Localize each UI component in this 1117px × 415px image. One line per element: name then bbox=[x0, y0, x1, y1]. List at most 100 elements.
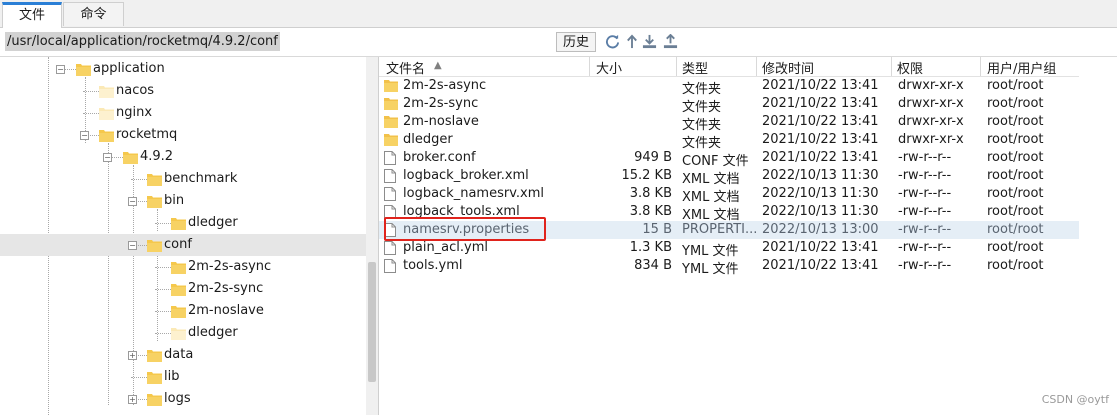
expand-icon[interactable]: + bbox=[128, 351, 137, 360]
tree-scrollbar-thumb[interactable] bbox=[368, 262, 376, 382]
folder-icon bbox=[99, 84, 114, 98]
file-row[interactable]: dledger 文件夹 2021/10/22 13:41 drwxr-xr-x root… bbox=[379, 131, 1079, 151]
folder-icon bbox=[147, 194, 162, 208]
folder-icon bbox=[147, 392, 162, 406]
tree-item[interactable]: − rocketmq bbox=[0, 124, 366, 146]
file-icon bbox=[384, 241, 397, 255]
file-name: 2m-2s-async bbox=[403, 78, 487, 93]
tree-item[interactable]: dledger bbox=[0, 212, 366, 234]
tree-scrollbar[interactable] bbox=[366, 57, 378, 415]
folder-icon bbox=[147, 238, 162, 252]
file-owner: root/root bbox=[987, 132, 1044, 147]
tree-item-label: 2m-noslave bbox=[188, 303, 264, 318]
watermark: CSDN @oytf bbox=[1041, 393, 1109, 406]
file-row[interactable]: tools.yml 834 B YML 文件 2021/10/22 13:41 -rw-… bbox=[379, 257, 1079, 277]
file-row[interactable]: 2m-noslave 文件夹 2021/10/22 13:41 drwxr-xr-x r… bbox=[379, 113, 1079, 133]
folder-icon bbox=[171, 260, 186, 274]
download-icon[interactable] bbox=[641, 32, 657, 50]
file-permissions: drwxr-xr-x bbox=[898, 78, 964, 93]
collapse-icon[interactable]: − bbox=[56, 65, 65, 74]
tree-item[interactable]: 2m-2s-sync bbox=[0, 278, 366, 300]
tree-item[interactable]: + logs bbox=[0, 388, 366, 410]
file-permissions: drwxr-xr-x bbox=[898, 132, 964, 147]
file-mtime: 2021/10/22 13:41 bbox=[762, 96, 879, 111]
file-size: 834 B bbox=[634, 258, 672, 273]
tree-item[interactable]: − conf bbox=[0, 234, 366, 256]
folder-icon bbox=[171, 304, 186, 318]
file-row[interactable]: plain_acl.yml 1.3 KB YML 文件 2021/10/22 13:4… bbox=[379, 239, 1079, 259]
file-owner: root/root bbox=[987, 258, 1044, 273]
tree-item[interactable]: lib bbox=[0, 366, 366, 388]
tree-item-label: dledger bbox=[188, 215, 238, 230]
column-header-mtime[interactable]: 修改时间 bbox=[762, 58, 814, 77]
upload-icon[interactable] bbox=[662, 32, 678, 50]
column-header-size[interactable]: 大小 bbox=[596, 58, 622, 77]
file-mtime: 2021/10/22 13:41 bbox=[762, 258, 879, 273]
folder-icon bbox=[384, 115, 398, 129]
expand-icon[interactable]: + bbox=[128, 395, 137, 404]
tree-item-label: nacos bbox=[116, 83, 155, 98]
tree-item[interactable]: − application bbox=[0, 58, 366, 80]
path-input[interactable]: /usr/local/application/rocketmq/4.9.2/co… bbox=[5, 32, 280, 51]
tree-item[interactable]: benchmark bbox=[0, 168, 366, 190]
file-mtime: 2021/10/22 13:41 bbox=[762, 132, 879, 147]
sort-ascending-icon: ▲ bbox=[434, 60, 442, 71]
file-permissions: drwxr-xr-x bbox=[898, 96, 964, 111]
tree-item[interactable]: nacos bbox=[0, 80, 366, 102]
file-size: 949 B bbox=[634, 150, 672, 165]
file-row[interactable]: broker.conf 949 B CONF 文件 2021/10/22 13:41-… bbox=[379, 149, 1079, 169]
file-permissions: -rw-r--r-- bbox=[898, 168, 952, 183]
path-bar: /usr/local/application/rocketmq/4.9.2/co… bbox=[0, 28, 1117, 57]
refresh-icon[interactable] bbox=[604, 32, 620, 50]
file-owner: root/root bbox=[987, 204, 1044, 219]
tab-commands[interactable]: 命令 bbox=[63, 2, 124, 26]
tree-item-label: rocketmq bbox=[116, 127, 178, 142]
tree-item[interactable]: dledger bbox=[0, 322, 366, 344]
folder-tree: − application nacos nginx − rocketmq − 4.9.2 ben… bbox=[0, 57, 379, 415]
tree-item-label: 2m-2s-async bbox=[188, 259, 272, 274]
file-row[interactable]: logback_namesrv.xml 3.8 KB XML 文档 2022/10/1… bbox=[379, 185, 1079, 205]
tree-item[interactable]: − bin bbox=[0, 190, 366, 212]
tree-item-label: application bbox=[93, 61, 165, 76]
tree-item[interactable]: 2m-2s-async bbox=[0, 256, 366, 278]
history-button[interactable]: 历史 bbox=[556, 32, 596, 52]
tree-item-label: lib bbox=[164, 369, 180, 384]
tree-item-label: benchmark bbox=[164, 171, 238, 186]
file-row[interactable]: 2m-2s-async 文件夹 2021/10/22 13:41 drwxr-xr-x… bbox=[379, 77, 1079, 97]
folder-icon bbox=[147, 370, 162, 384]
folder-icon bbox=[147, 172, 162, 186]
file-size: 15 B bbox=[642, 222, 672, 237]
file-name: logback_namesrv.xml bbox=[403, 186, 544, 201]
file-permissions: -rw-r--r-- bbox=[898, 222, 952, 237]
collapse-icon[interactable]: − bbox=[128, 241, 137, 250]
file-owner: root/root bbox=[987, 150, 1044, 165]
file-mtime: 2021/10/22 13:41 bbox=[762, 114, 879, 129]
collapse-icon[interactable]: − bbox=[128, 197, 137, 206]
file-permissions: -rw-r--r-- bbox=[898, 258, 952, 273]
collapse-icon[interactable]: − bbox=[103, 153, 112, 162]
column-header-owner[interactable]: 用户/用户组 bbox=[987, 58, 1056, 77]
file-owner: root/root bbox=[987, 168, 1044, 183]
file-name: dledger bbox=[403, 132, 453, 147]
file-name: tools.yml bbox=[403, 258, 463, 273]
folder-icon bbox=[147, 348, 162, 362]
file-icon bbox=[384, 187, 397, 201]
tree-item[interactable]: + data bbox=[0, 344, 366, 366]
file-row[interactable]: logback_broker.xml 15.2 KB XML 文档 2022/10/1… bbox=[379, 167, 1079, 187]
column-header-permissions[interactable]: 权限 bbox=[897, 58, 923, 77]
tab-bar: 文件 命令 bbox=[0, 0, 1117, 28]
tree-item[interactable]: − 4.9.2 bbox=[0, 146, 366, 168]
up-arrow-icon[interactable] bbox=[624, 32, 640, 50]
file-owner: root/root bbox=[987, 96, 1044, 111]
tree-item[interactable]: nginx bbox=[0, 102, 366, 124]
column-header-type[interactable]: 类型 bbox=[682, 58, 708, 77]
file-permissions: drwxr-xr-x bbox=[898, 114, 964, 129]
tab-files[interactable]: 文件 bbox=[2, 2, 62, 28]
tree-item[interactable]: 2m-noslave bbox=[0, 300, 366, 322]
tree-item-label: 4.9.2 bbox=[140, 149, 174, 164]
file-owner: root/root bbox=[987, 240, 1044, 255]
collapse-icon[interactable]: − bbox=[80, 131, 89, 140]
file-owner: root/root bbox=[987, 186, 1044, 201]
file-row[interactable]: 2m-2s-sync 文件夹 2021/10/22 13:41 drwxr-xr-x r… bbox=[379, 95, 1079, 115]
column-header-name[interactable]: 文件名 bbox=[386, 58, 425, 77]
